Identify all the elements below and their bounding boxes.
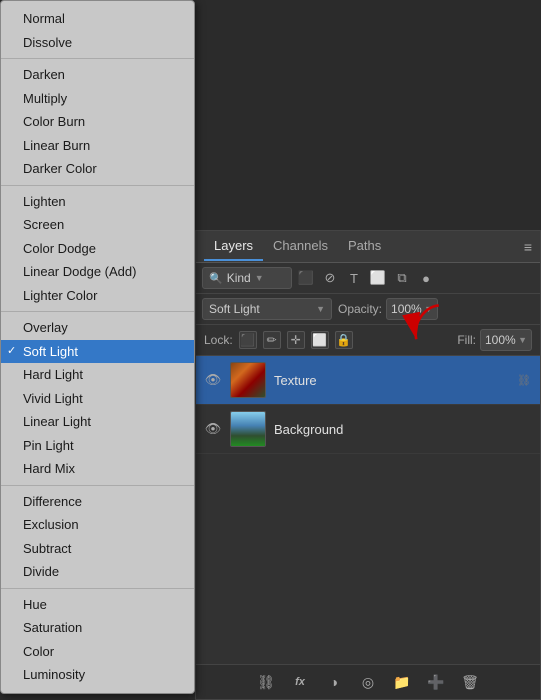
circle-icon[interactable]: ●: [416, 268, 436, 288]
panel-toolbar: 🔍 Kind ▼ ⬛ ⊘ T ⬜ ⧉ ●: [196, 263, 540, 294]
blend-group-4: DifferenceExclusionSubtractDivide: [1, 485, 194, 586]
blend-item-overlay[interactable]: Overlay: [1, 316, 194, 340]
layer-visibility-texture[interactable]: 👁: [204, 371, 222, 389]
new-group-icon[interactable]: 📁: [391, 671, 413, 693]
blend-item-lighter-color[interactable]: Lighter Color: [1, 284, 194, 308]
blend-item-exclusion[interactable]: Exclusion: [1, 513, 194, 537]
blend-item-luminosity[interactable]: Luminosity: [1, 663, 194, 687]
panel-tabs: Layers Channels Paths ≡: [196, 231, 540, 263]
add-mask-icon[interactable]: ◑: [323, 671, 345, 693]
blend-group-2: LightenScreenColor DodgeLinear Dodge (Ad…: [1, 185, 194, 310]
lock-row: Lock: ⬛ ✏ ✛ ⬜ 🔒 Fill: 100% ▼: [196, 325, 540, 356]
blend-item-lighten[interactable]: Lighten: [1, 190, 194, 214]
blend-item-vivid-light[interactable]: Vivid Light: [1, 387, 194, 411]
panel-footer: ⛓ fx ◑ ◎ 📁 ➕ 🗑: [196, 664, 540, 699]
adjustment-layer-icon[interactable]: ◎: [357, 671, 379, 693]
lock-paint-icon[interactable]: ✏: [263, 331, 281, 349]
blend-item-color[interactable]: Color: [1, 640, 194, 664]
kind-dropdown[interactable]: 🔍 Kind ▼: [202, 267, 292, 289]
smart-object-icon[interactable]: ⧉: [392, 268, 412, 288]
blend-item-color-burn[interactable]: Color Burn: [1, 110, 194, 134]
blend-item-color-dodge[interactable]: Color Dodge: [1, 237, 194, 261]
tab-channels[interactable]: Channels: [263, 232, 338, 261]
blend-item-normal[interactable]: Normal: [1, 7, 194, 31]
lock-move-icon[interactable]: ✛: [287, 331, 305, 349]
layers-panel: Layers Channels Paths ≡ 🔍 Kind ▼ ⬛ ⊘ T ⬜…: [195, 230, 541, 700]
blend-item-linear-light[interactable]: Linear Light: [1, 410, 194, 434]
blend-item-soft-light[interactable]: Soft Light: [1, 340, 194, 364]
blend-item-hue[interactable]: Hue: [1, 593, 194, 617]
fill-row: Fill: 100% ▼: [457, 329, 532, 351]
blend-mode-select[interactable]: Soft Light ▼: [202, 298, 332, 320]
blend-item-pin-light[interactable]: Pin Light: [1, 434, 194, 458]
text-icon[interactable]: T: [344, 268, 364, 288]
fx-icon[interactable]: fx: [289, 671, 311, 693]
layer-thumbnail-texture: [230, 362, 266, 398]
blend-mode-dropdown: NormalDissolveDarkenMultiplyColor BurnLi…: [0, 0, 195, 694]
layer-type-icon[interactable]: ⬛: [296, 268, 316, 288]
blend-item-linear-dodge-add[interactable]: Linear Dodge (Add): [1, 260, 194, 284]
lock-pixels-icon[interactable]: ⬛: [239, 331, 257, 349]
blend-group-1: DarkenMultiplyColor BurnLinear BurnDarke…: [1, 58, 194, 183]
blend-group-3: OverlaySoft LightHard LightVivid LightLi…: [1, 311, 194, 483]
layer-thumbnail-background: [230, 411, 266, 447]
layer-visibility-background[interactable]: 👁: [204, 420, 222, 438]
blend-item-difference[interactable]: Difference: [1, 490, 194, 514]
lock-artboard-icon[interactable]: ⬜: [311, 331, 329, 349]
blend-item-saturation[interactable]: Saturation: [1, 616, 194, 640]
panel-menu-icon[interactable]: ≡: [524, 239, 532, 255]
tab-paths[interactable]: Paths: [338, 232, 391, 261]
blend-mode-row: Soft Light ▼ Opacity: 100% ▼: [196, 294, 540, 325]
tab-layers[interactable]: Layers: [204, 232, 263, 261]
blend-item-darken[interactable]: Darken: [1, 63, 194, 87]
fill-input[interactable]: 100% ▼: [480, 329, 532, 351]
delete-layer-icon[interactable]: 🗑: [459, 671, 481, 693]
blend-group-0: NormalDissolve: [1, 5, 194, 56]
blend-item-hard-mix[interactable]: Hard Mix: [1, 457, 194, 481]
lock-all-icon[interactable]: 🔒: [335, 331, 353, 349]
blend-group-5: HueSaturationColorLuminosity: [1, 588, 194, 689]
new-layer-icon[interactable]: ➕: [425, 671, 447, 693]
blend-item-subtract[interactable]: Subtract: [1, 537, 194, 561]
layer-link-icon-texture: ⛓: [516, 372, 532, 388]
dark-background: [195, 0, 541, 230]
blend-item-linear-burn[interactable]: Linear Burn: [1, 134, 194, 158]
link-layers-icon[interactable]: ⛓: [255, 671, 277, 693]
adjustment-icon[interactable]: ⊘: [320, 268, 340, 288]
shape-icon[interactable]: ⬜: [368, 268, 388, 288]
blend-item-screen[interactable]: Screen: [1, 213, 194, 237]
blend-item-dissolve[interactable]: Dissolve: [1, 31, 194, 55]
blend-item-divide[interactable]: Divide: [1, 560, 194, 584]
layer-item-texture[interactable]: 👁 Texture ⛓: [196, 356, 540, 405]
opacity-input[interactable]: 100% ▼: [386, 298, 438, 320]
layer-item-background[interactable]: 👁 Background: [196, 405, 540, 454]
layers-list: 👁 Texture ⛓ 👁 Background: [196, 356, 540, 664]
blend-item-hard-light[interactable]: Hard Light: [1, 363, 194, 387]
blend-item-multiply[interactable]: Multiply: [1, 87, 194, 111]
opacity-row: Opacity: 100% ▼: [338, 298, 438, 320]
blend-item-darker-color[interactable]: Darker Color: [1, 157, 194, 181]
